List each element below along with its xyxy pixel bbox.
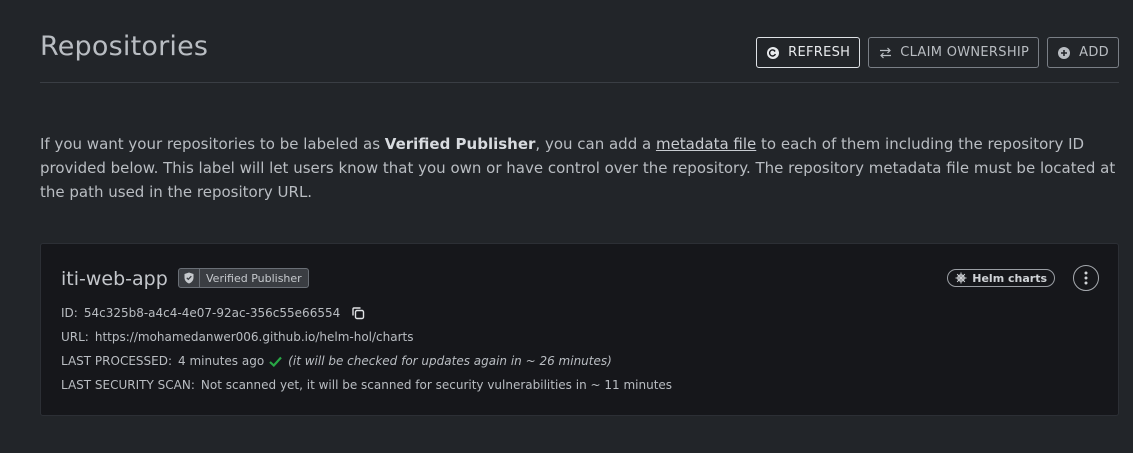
- check-icon: [269, 356, 282, 367]
- page-header: Repositories REFRESH CLAIM OWNERSHIP ADD: [40, 0, 1119, 83]
- verified-publisher-badge: Verified Publisher: [178, 268, 309, 288]
- repository-kind-label: Helm charts: [972, 271, 1047, 285]
- last-processed-label: LAST PROCESSED:: [61, 354, 173, 368]
- plus-circle-icon: [1057, 46, 1071, 60]
- claim-ownership-label: CLAIM OWNERSHIP: [900, 45, 1030, 60]
- last-security-scan-label: LAST SECURITY SCAN:: [61, 378, 195, 392]
- id-label: ID:: [61, 306, 78, 320]
- refresh-icon: [766, 46, 780, 60]
- verified-publisher-label: Verified Publisher: [206, 271, 302, 285]
- kebab-menu-icon: [1084, 271, 1088, 285]
- claim-ownership-button[interactable]: CLAIM OWNERSHIP: [868, 37, 1040, 68]
- add-button[interactable]: ADD: [1047, 37, 1119, 68]
- repository-id-row: ID: 54c325b8-a4c4-4e07-92ac-356c55e66554: [61, 306, 365, 320]
- add-label: ADD: [1079, 45, 1109, 60]
- last-security-scan-value: Not scanned yet, it will be scanned for …: [200, 378, 673, 392]
- refresh-label: REFRESH: [788, 45, 851, 60]
- refresh-button[interactable]: REFRESH: [756, 37, 861, 68]
- repository-name: iti-web-app: [61, 268, 168, 290]
- page-title: Repositories: [40, 31, 209, 62]
- intro-bold: Verified Publisher: [384, 135, 536, 153]
- header-actions: REFRESH CLAIM OWNERSHIP ADD: [756, 37, 1119, 68]
- helm-wheel-icon: [955, 272, 967, 284]
- repository-url-row: URL: https://mohamedanwer006.github.io/h…: [61, 330, 414, 344]
- intro-text-2: , you can add a: [535, 135, 656, 153]
- last-processed-row: LAST PROCESSED: 4 minutes ago (it will b…: [61, 354, 612, 368]
- repository-kind-badge: Helm charts: [947, 269, 1055, 287]
- repository-url-value: https://mohamedanwer006.github.io/helm-h…: [94, 330, 414, 344]
- last-security-scan-row: LAST SECURITY SCAN: Not scanned yet, it …: [61, 378, 672, 392]
- verified-publisher-intro: If you want your repositories to be labe…: [40, 132, 1120, 204]
- repository-menu-button[interactable]: [1073, 265, 1099, 291]
- intro-text-1: If you want your repositories to be labe…: [40, 135, 385, 153]
- metadata-file-link[interactable]: metadata file: [656, 135, 756, 153]
- url-label: URL:: [61, 330, 89, 344]
- shield-check-icon: [179, 269, 200, 287]
- last-processed-note: (it will be checked for updates again in…: [288, 354, 612, 368]
- copy-icon[interactable]: [352, 306, 365, 320]
- repository-card: iti-web-app Verified Publisher Helm char…: [40, 243, 1119, 416]
- repository-id-value: 54c325b8-a4c4-4e07-92ac-356c55e66554: [83, 306, 341, 320]
- swap-arrows-icon: [878, 46, 892, 60]
- last-processed-value: 4 minutes ago: [178, 354, 265, 368]
